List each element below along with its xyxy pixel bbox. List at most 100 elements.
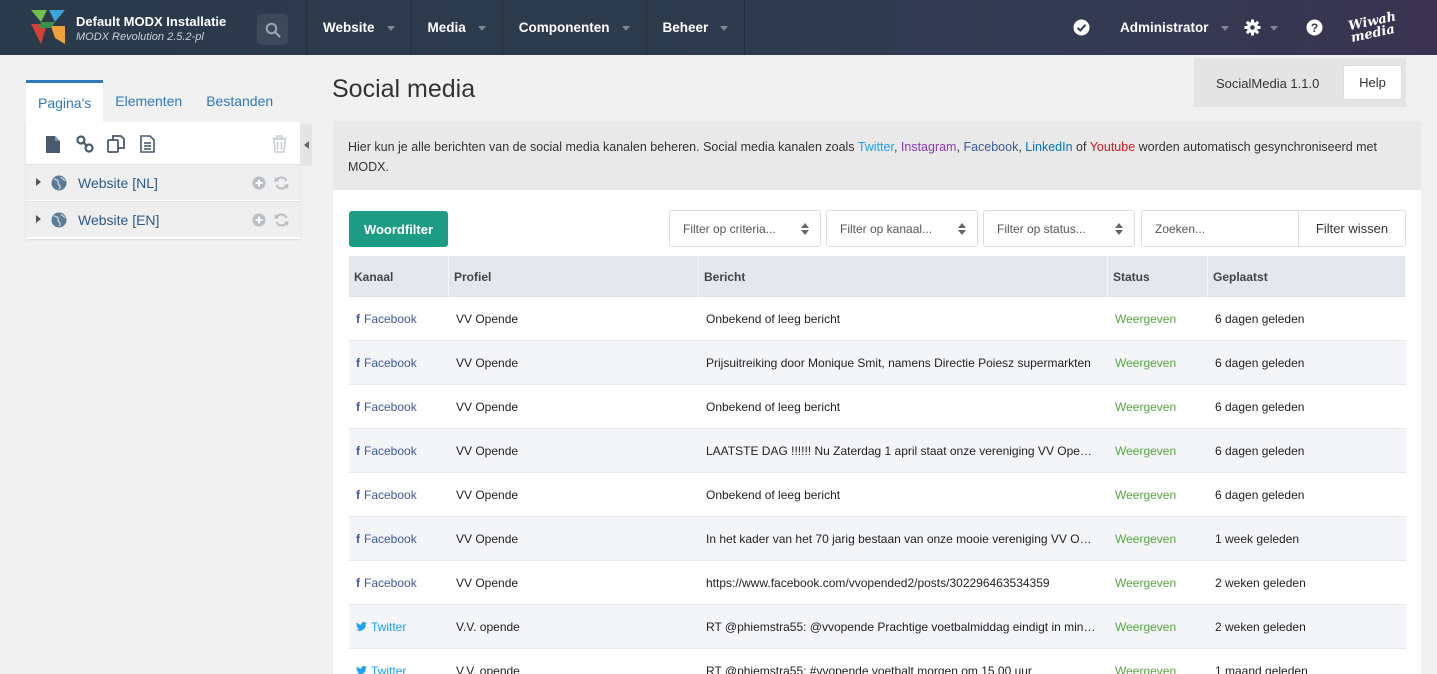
channel-cell[interactable]: f Facebook xyxy=(349,444,449,458)
content-panel: Woordfilter Filter op criteria... Filter… xyxy=(333,190,1421,674)
youtube-link[interactable]: Youtube xyxy=(1090,140,1135,154)
column-header-kanaal[interactable]: Kanaal xyxy=(349,256,449,297)
help-menu[interactable]: ? xyxy=(1306,0,1323,55)
add-child-icon[interactable] xyxy=(252,213,266,227)
status-cell[interactable]: Weergeven xyxy=(1108,664,1208,674)
profile-cell: VV Opende xyxy=(456,487,519,502)
column-header-profiel[interactable]: Profiel xyxy=(449,256,699,297)
facebook-icon: f xyxy=(356,531,360,546)
search-button[interactable] xyxy=(257,14,288,45)
filter-criteria-select[interactable]: Filter op criteria... xyxy=(669,210,821,247)
status-cell[interactable]: Weergeven xyxy=(1108,620,1208,634)
sort-arrows-icon xyxy=(958,223,966,235)
profile-cell: VV Opende xyxy=(456,531,519,546)
status-cell[interactable]: Weergeven xyxy=(1108,400,1208,414)
wordfilter-button[interactable]: Woordfilter xyxy=(349,211,448,247)
tree-item-website-nl[interactable]: Website [NL] xyxy=(26,164,300,200)
nav-media[interactable]: Media xyxy=(412,0,503,55)
globe-icon xyxy=(51,175,67,191)
profile-cell: V.V. opende xyxy=(456,663,520,674)
posted-cell: 6 dagen geleden xyxy=(1215,399,1305,414)
profile-cell: VV Opende xyxy=(456,311,519,326)
nav-beheer[interactable]: Beheer xyxy=(647,0,746,55)
message-cell: RT @phiemstra55: #vvopende voetbalt morg… xyxy=(706,663,1032,674)
search-input[interactable]: Zoeken... xyxy=(1141,210,1299,247)
filter-status-select[interactable]: Filter op status... xyxy=(983,210,1135,247)
status-cell[interactable]: Weergeven xyxy=(1108,488,1208,502)
status-cell[interactable]: Weergeven xyxy=(1108,576,1208,590)
help-button[interactable]: Help xyxy=(1343,65,1402,100)
refresh-icon[interactable] xyxy=(274,213,289,227)
chevron-down-icon xyxy=(1220,26,1229,31)
posted-cell: 2 weken geleden xyxy=(1215,619,1306,634)
instagram-link[interactable]: Instagram xyxy=(901,140,957,154)
tree-item-website-en[interactable]: Website [EN] xyxy=(26,201,300,237)
channel-cell[interactable]: Twitter xyxy=(349,664,449,674)
link-icon xyxy=(76,135,94,153)
channel-cell[interactable]: f Facebook xyxy=(349,400,449,414)
channel-cell[interactable]: Twitter xyxy=(349,620,449,634)
posted-cell: 1 week geleden xyxy=(1215,531,1300,546)
expand-arrow-icon[interactable] xyxy=(36,178,41,186)
table-row[interactable]: f Facebook VV Opende LAATSTE DAG !!!!!! N… xyxy=(349,429,1406,473)
nav-componenten[interactable]: Componenten xyxy=(503,0,647,55)
refresh-icon[interactable] xyxy=(274,176,289,190)
new-symlink-button[interactable] xyxy=(106,134,126,154)
table-row[interactable]: f Facebook VV Opende Onbekend of leeg ber… xyxy=(349,385,1406,429)
profile-cell: VV Opende xyxy=(456,399,519,414)
sort-arrows-icon xyxy=(801,223,809,235)
table-row[interactable]: f Facebook VV Opende In het kader van het… xyxy=(349,517,1406,561)
status-cell[interactable]: Weergeven xyxy=(1108,356,1208,370)
chevron-down-icon xyxy=(477,26,486,31)
channel-cell[interactable]: f Facebook xyxy=(349,532,449,546)
tab-bestanden[interactable]: Bestanden xyxy=(194,80,285,122)
tab-paginas[interactable]: Pagina's xyxy=(26,80,104,122)
column-header-geplaatst[interactable]: Geplaatst xyxy=(1208,256,1406,297)
linkedin-link[interactable]: LinkedIn xyxy=(1025,140,1072,154)
channel-cell[interactable]: f Facebook xyxy=(349,488,449,502)
channel-cell[interactable]: f Facebook xyxy=(349,356,449,370)
status-cell[interactable]: Weergeven xyxy=(1108,312,1208,326)
filter-channel-select[interactable]: Filter op kanaal... xyxy=(826,210,978,247)
search-icon xyxy=(265,22,281,38)
check-button[interactable] xyxy=(1073,0,1090,55)
clear-filter-button[interactable]: Filter wissen xyxy=(1298,210,1406,247)
sidebar-tabs: Pagina's Elementen Bestanden xyxy=(26,80,300,122)
tree-toolbar xyxy=(26,122,300,164)
column-header-status[interactable]: Status xyxy=(1108,256,1208,297)
channel-cell[interactable]: f Facebook xyxy=(349,576,449,590)
tab-elementen[interactable]: Elementen xyxy=(103,80,194,122)
expand-arrow-icon[interactable] xyxy=(36,215,41,223)
channel-cell[interactable]: f Facebook xyxy=(349,312,449,326)
site-title[interactable]: Default MODX Installatie xyxy=(76,14,226,29)
table-row[interactable]: Twitter V.V. opende RT @phiemstra55: #vv… xyxy=(349,649,1406,674)
table-row[interactable]: Twitter V.V. opende RT @phiemstra55: @vv… xyxy=(349,605,1406,649)
facebook-icon: f xyxy=(356,443,360,458)
resource-tree-panel: Website [NL] Website [EN] xyxy=(26,122,300,239)
new-document-button[interactable] xyxy=(43,134,63,154)
table-row[interactable]: f Facebook VV Opende Onbekend of leeg ber… xyxy=(349,473,1406,517)
add-child-icon[interactable] xyxy=(252,176,266,190)
new-weblink-button[interactable] xyxy=(75,134,95,154)
user-menu[interactable]: Administrator xyxy=(1120,0,1229,55)
status-cell[interactable]: Weergeven xyxy=(1108,532,1208,546)
facebook-icon: f xyxy=(356,399,360,414)
table-row[interactable]: f Facebook VV Opende Onbekend of leeg ber… xyxy=(349,297,1406,341)
trash-button[interactable] xyxy=(269,134,289,154)
posted-cell: 6 dagen geleden xyxy=(1215,487,1305,502)
facebook-link[interactable]: Facebook xyxy=(963,140,1018,154)
modx-logo[interactable] xyxy=(27,8,67,46)
table-row[interactable]: f Facebook VV Opende Prijsuitreiking door… xyxy=(349,341,1406,385)
column-header-bericht[interactable]: Bericht xyxy=(699,256,1108,297)
message-cell: Onbekend of leeg bericht xyxy=(706,399,841,414)
status-cell[interactable]: Weergeven xyxy=(1108,444,1208,458)
twitter-link[interactable]: Twitter xyxy=(858,140,894,154)
tree-item-label: Website [EN] xyxy=(78,212,160,228)
profile-cell: VV Opende xyxy=(456,355,519,370)
settings-menu[interactable] xyxy=(1244,0,1278,55)
nav-website[interactable]: Website xyxy=(307,0,412,55)
svg-text:?: ? xyxy=(1311,21,1318,35)
new-static-button[interactable] xyxy=(137,134,157,154)
table-row[interactable]: f Facebook VV Opende https://www.facebook… xyxy=(349,561,1406,605)
sidebar-collapse-button[interactable] xyxy=(300,124,312,166)
